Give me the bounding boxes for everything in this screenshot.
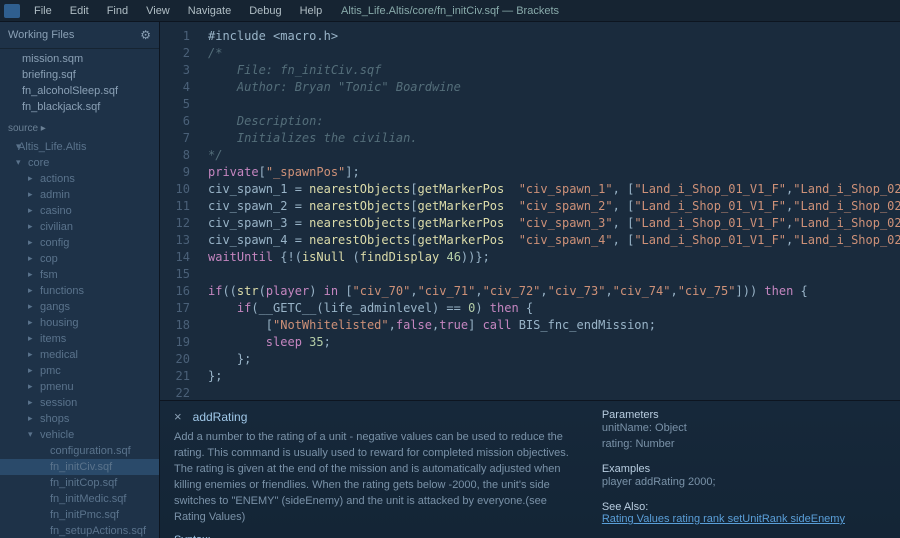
tree-folder[interactable]: cop xyxy=(0,251,159,267)
tree-folder[interactable]: items xyxy=(0,331,159,347)
tree-file[interactable]: fn_initCop.sqf xyxy=(0,475,159,491)
params-label: Parameters xyxy=(602,409,886,421)
menubar: File Edit Find View Navigate Debug Help xyxy=(0,2,334,20)
titlebar: File Edit Find View Navigate Debug Help … xyxy=(0,0,900,22)
working-files-header: Working Files ⚙ xyxy=(0,22,159,49)
working-file[interactable]: briefing.sqf xyxy=(0,67,159,83)
help-left: × addRating Add a number to the rating o… xyxy=(174,409,572,530)
tree-folder[interactable]: functions xyxy=(0,283,159,299)
editor: 1234567891011121314151617181920212223242… xyxy=(160,22,900,538)
tree-folder[interactable]: shops xyxy=(0,411,159,427)
working-file[interactable]: fn_blackjack.sqf xyxy=(0,99,159,115)
close-icon[interactable]: × xyxy=(174,409,182,424)
examples-label: Examples xyxy=(602,463,886,475)
menu-edit[interactable]: Edit xyxy=(62,2,97,20)
tree-folder[interactable]: civilian xyxy=(0,219,159,235)
tree-file[interactable]: fn_initPmc.sqf xyxy=(0,507,159,523)
tree-folder[interactable]: actions xyxy=(0,171,159,187)
help-title: addRating xyxy=(193,410,248,424)
working-files-list: mission.sqm briefing.sqf fn_alcoholSleep… xyxy=(0,49,159,117)
tree-root[interactable]: Altis_Life.Altis xyxy=(0,139,159,155)
param-line: rating: Number xyxy=(602,437,886,453)
tree-folder[interactable]: pmenu xyxy=(0,379,159,395)
menu-find[interactable]: Find xyxy=(99,2,136,20)
tree-folder[interactable]: gangs xyxy=(0,299,159,315)
tree-folder[interactable]: config xyxy=(0,235,159,251)
tree-folder[interactable]: pmc xyxy=(0,363,159,379)
window-title: Altis_Life.Altis/core/fn_initCiv.sqf — B… xyxy=(341,5,559,17)
menu-file[interactable]: File xyxy=(26,2,60,20)
line-gutter: 1234567891011121314151617181920212223242… xyxy=(160,22,200,400)
tree-folder[interactable]: casino xyxy=(0,203,159,219)
working-file[interactable]: fn_alcoholSleep.sqf xyxy=(0,83,159,99)
seealso-link[interactable]: Rating Values rating rank setUnitRank si… xyxy=(602,513,886,525)
tree-file[interactable]: fn_setupActions.sqf xyxy=(0,523,159,538)
param-line: unitName: Object xyxy=(602,421,886,437)
working-files-label: Working Files xyxy=(8,29,74,41)
menu-debug[interactable]: Debug xyxy=(241,2,289,20)
main: Working Files ⚙ mission.sqm briefing.sqf… xyxy=(0,22,900,538)
tree-file[interactable]: configuration.sqf xyxy=(0,443,159,459)
tree-folder[interactable]: session xyxy=(0,395,159,411)
file-tree: Altis_Life.Altis core actionsadmincasino… xyxy=(0,137,159,538)
sidebar: Working Files ⚙ mission.sqm briefing.sqf… xyxy=(0,22,160,538)
working-file[interactable]: mission.sqm xyxy=(0,51,159,67)
seealso-label: See Also: xyxy=(602,501,886,513)
tree-core[interactable]: core xyxy=(0,155,159,171)
source-label[interactable]: source ▸ xyxy=(0,117,159,137)
tree-file[interactable]: fn_initMedic.sqf xyxy=(0,491,159,507)
code-content[interactable]: #include <macro.h> /* File: fn_initCiv.s… xyxy=(200,22,900,400)
code-area[interactable]: 1234567891011121314151617181920212223242… xyxy=(160,22,900,400)
tree-file[interactable]: fn_initCiv.sqf xyxy=(0,459,159,475)
help-description: Add a number to the rating of a unit - n… xyxy=(174,430,572,526)
example-text: player addRating 2000; xyxy=(602,475,886,491)
help-right: Parameters unitName: Object rating: Numb… xyxy=(602,409,886,530)
menu-view[interactable]: View xyxy=(138,2,178,20)
syntax-label: Syntax: xyxy=(174,534,572,538)
gear-icon[interactable]: ⚙ xyxy=(140,28,151,42)
tree-folder-vehicle[interactable]: vehicle xyxy=(0,427,159,443)
menu-navigate[interactable]: Navigate xyxy=(180,2,239,20)
tree-folder[interactable]: fsm xyxy=(0,267,159,283)
tree-folder[interactable]: medical xyxy=(0,347,159,363)
tree-folder[interactable]: housing xyxy=(0,315,159,331)
menu-help[interactable]: Help xyxy=(292,2,331,20)
tree-folder[interactable]: admin xyxy=(0,187,159,203)
help-panel: × addRating Add a number to the rating o… xyxy=(160,400,900,538)
app-logo-icon xyxy=(4,4,20,18)
